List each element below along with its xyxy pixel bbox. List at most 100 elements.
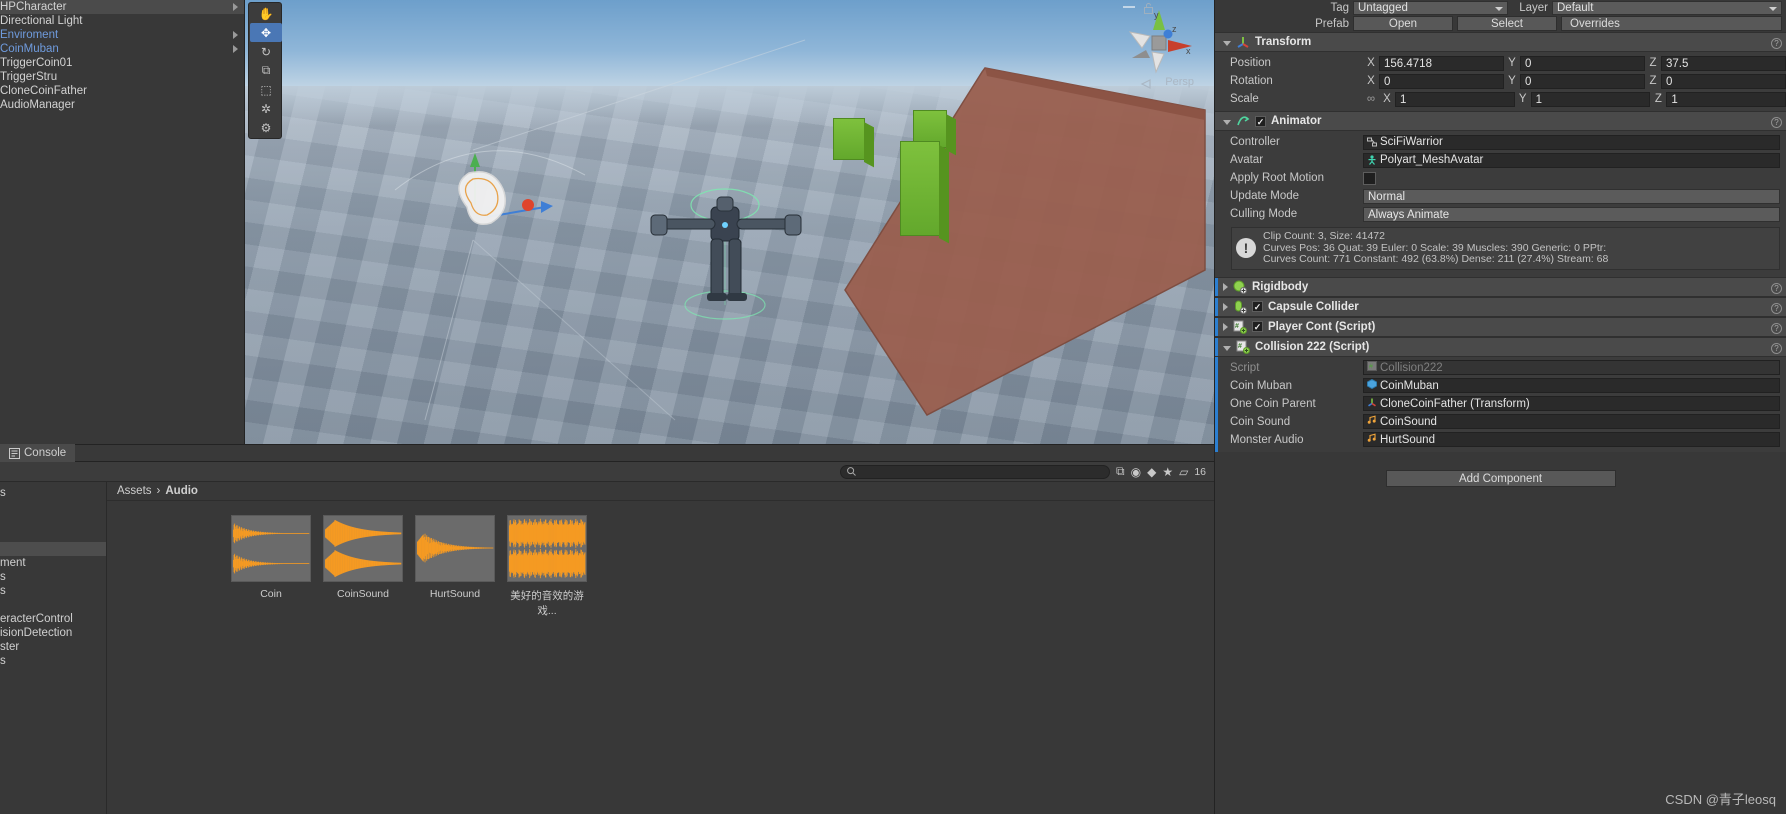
asset-grid[interactable]: Coin CoinSound HurtSound 美好的音效的游戏... [107, 501, 1214, 618]
breadcrumb-item-audio[interactable]: Audio [165, 485, 198, 497]
zoom-slider-icon[interactable]: ▱ [1179, 465, 1188, 479]
collision222-row-objectfield[interactable]: HurtSound [1363, 432, 1780, 447]
chevron-right-icon[interactable] [233, 31, 238, 39]
controller-objectfield[interactable]: SciFiWarrior [1363, 134, 1780, 150]
project-tree-item[interactable]: s [0, 570, 106, 584]
scene-lock-icon[interactable] [1144, 3, 1153, 14]
uniform-scale-link-icon[interactable]: ∞ [1363, 93, 1379, 105]
console-tab-bar[interactable]: Console [0, 444, 1214, 462]
chevron-right-icon[interactable] [233, 45, 238, 53]
collision222-row-objectfield[interactable]: CoinSound [1363, 414, 1780, 429]
asset-item[interactable]: HurtSound [415, 515, 495, 618]
prefab-select-button[interactable]: Select [1457, 16, 1557, 31]
transform-scale-y-input[interactable]: 1 [1530, 91, 1651, 107]
hierarchy-item[interactable]: TriggerCoin01 [0, 56, 244, 70]
hierarchy-item[interactable]: Enviroment [0, 28, 244, 42]
rotate-tool[interactable]: ↻ [250, 42, 282, 61]
asset-item[interactable]: 美好的音效的游戏... [507, 515, 587, 618]
component-enabled-checkbox[interactable]: ✓ [1252, 301, 1263, 312]
transform-scale-z-input[interactable]: 1 [1666, 91, 1786, 107]
search-input[interactable] [840, 464, 1111, 479]
rect-tool[interactable]: ⬚ [250, 80, 282, 99]
hierarchy-item[interactable]: HPCharacter [0, 0, 244, 14]
hierarchy-item[interactable]: CoinMuban [0, 42, 244, 56]
prefab-overrides-button[interactable]: Overrides [1561, 16, 1782, 31]
hierarchy-item[interactable]: CloneCoinFather [0, 84, 244, 98]
chevron-right-icon[interactable] [1223, 322, 1228, 331]
save-search-icon[interactable]: ⧉ [1116, 464, 1125, 479]
project-tree-item[interactable] [0, 514, 106, 528]
component-header[interactable]: Rigidbody? [1215, 276, 1786, 297]
filter-label-icon[interactable]: ◆ [1147, 465, 1156, 479]
collision222-row-objectfield[interactable]: CloneCoinFather (Transform) [1363, 396, 1780, 411]
hierarchy-item[interactable]: Directional Light [0, 14, 244, 28]
project-tree-item[interactable] [0, 598, 106, 612]
transform-scale-x-input[interactable]: 1 [1395, 91, 1515, 107]
prefab-open-button[interactable]: Open [1353, 16, 1453, 31]
chevron-right-icon[interactable] [233, 3, 238, 11]
chevron-right-icon[interactable] [1223, 282, 1228, 291]
apply-root-motion-checkbox[interactable] [1363, 171, 1376, 185]
project-tree-item[interactable]: eracterControl [0, 612, 106, 626]
collision222-row-objectfield[interactable]: # Collision222 [1363, 360, 1780, 375]
project-tree-item[interactable] [0, 500, 106, 514]
inspector-panel[interactable]: Tag Untagged Layer Default Prefab Open S… [1214, 0, 1786, 814]
project-toolbar[interactable]: ⧉ ◉ ◆ ★ ▱ 16 [0, 462, 1214, 482]
audio-waveform-icon[interactable] [507, 515, 587, 582]
scene-view[interactable]: y z x Persp [245, 0, 1214, 444]
hierarchy-panel[interactable]: HPCharacter Directional Light Enviroment Co… [0, 0, 245, 444]
help-icon[interactable]: ? [1771, 302, 1782, 314]
asset-item[interactable]: CoinSound [323, 515, 403, 618]
audio-waveform-icon[interactable] [415, 515, 495, 582]
chevron-down-icon[interactable] [1223, 345, 1231, 351]
move-tool[interactable]: ✥ [250, 23, 282, 42]
project-tree-item[interactable]: s [0, 584, 106, 598]
help-icon[interactable]: ? [1771, 282, 1782, 294]
transform-position-x-input[interactable]: 156.4718 [1379, 55, 1504, 71]
transform-position-z-input[interactable]: 37.5 [1661, 55, 1786, 71]
filter-type-icon[interactable]: ◉ [1131, 465, 1141, 479]
avatar-objectfield[interactable]: Polyart_MeshAvatar [1363, 152, 1780, 168]
transform-tool[interactable]: ✲ [250, 99, 282, 118]
favorite-icon[interactable]: ★ [1162, 465, 1173, 479]
components-list[interactable]: Rigidbody? ✓ Capsule Collider? # ✓ Player Con… [1215, 276, 1786, 452]
help-icon[interactable]: ? [1771, 342, 1782, 354]
tab-console[interactable]: Console [0, 444, 76, 462]
scale-tool[interactable]: ⧉ [250, 61, 282, 80]
audio-waveform-icon[interactable] [323, 515, 403, 582]
project-tree-item[interactable]: ster [0, 640, 106, 654]
component-enabled-checkbox[interactable]: ✓ [1252, 321, 1263, 332]
project-tree-item[interactable]: s [0, 654, 106, 668]
animator-enabled-checkbox[interactable]: ✓ [1255, 115, 1266, 127]
project-tree-item[interactable]: s [0, 486, 106, 500]
collision222-row-objectfield[interactable]: CoinMuban [1363, 378, 1780, 393]
chevron-down-icon[interactable] [1223, 41, 1231, 46]
scene-minimize-icon[interactable] [1121, 2, 1137, 12]
breadcrumb[interactable]: Assets › Audio [107, 482, 1214, 501]
custom-tool[interactable]: ⚙ [250, 118, 282, 137]
layer-dropdown[interactable]: Default [1552, 0, 1782, 15]
chevron-right-icon[interactable] [1223, 302, 1228, 311]
component-header[interactable]: # Collision 222 (Script)? [1215, 336, 1786, 357]
transform-component-header[interactable]: Transform ? [1215, 32, 1786, 52]
hand-tool[interactable]: ✋ [250, 4, 282, 23]
chevron-down-icon[interactable] [1223, 120, 1231, 125]
component-header[interactable]: ✓ Capsule Collider? [1215, 296, 1786, 317]
project-tree-item[interactable]: ment [0, 556, 106, 570]
transform-position-y-input[interactable]: 0 [1520, 55, 1645, 71]
project-panel[interactable]: ⧉ ◉ ◆ ★ ▱ 16 s ment s s eracterControl isionD… [0, 462, 1214, 814]
project-tree-item[interactable] [0, 528, 106, 542]
transform-rotation-z-input[interactable]: 0 [1661, 73, 1786, 89]
tag-dropdown[interactable]: Untagged [1353, 0, 1508, 15]
scene-tool-palette[interactable]: ✋ ✥ ↻ ⧉ ⬚ ✲ ⚙ [248, 2, 282, 139]
transform-rotation-y-input[interactable]: 0 [1520, 73, 1645, 89]
project-tree-item[interactable] [0, 542, 106, 556]
culling-mode-dropdown[interactable]: Always Animate [1363, 206, 1780, 222]
component-header[interactable]: # ✓ Player Cont (Script)? [1215, 316, 1786, 337]
hierarchy-list[interactable]: HPCharacter Directional Light Enviroment Co… [0, 0, 244, 112]
asset-item[interactable]: Coin [231, 515, 311, 618]
help-icon[interactable]: ? [1771, 117, 1782, 128]
breadcrumb-item-assets[interactable]: Assets [117, 485, 152, 497]
project-folder-tree[interactable]: s ment s s eracterControl isionDetection ster s [0, 482, 107, 814]
help-icon[interactable]: ? [1771, 322, 1782, 334]
